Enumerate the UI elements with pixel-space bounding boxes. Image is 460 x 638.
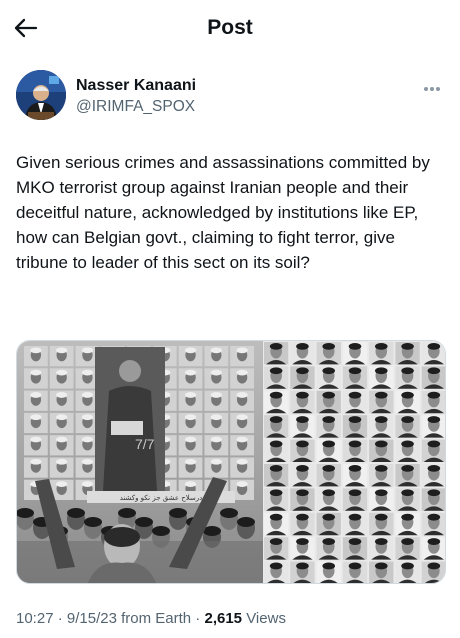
poster-caption: درسلاح عشق جز نکو وکشند	[120, 494, 203, 502]
tweet-media[interactable]: 7/7 درسلاح عشق جز نکو وکشند	[16, 340, 446, 584]
poster-handwriting: 7/7	[135, 436, 155, 452]
page-title: Post	[207, 16, 253, 39]
views-count: 2,615	[204, 610, 243, 627]
top-bar: Post	[0, 0, 460, 56]
avatar[interactable]	[16, 70, 66, 120]
tweet-metadata: 10:27 · 9/15/23 from Earth · 2,615 Views	[16, 610, 286, 627]
dot-icon	[424, 87, 428, 91]
avatar-image	[16, 70, 66, 120]
views-label[interactable]: Views	[246, 610, 286, 627]
author-display-name[interactable]: Nasser Kanaani	[76, 76, 196, 96]
author-row: Nasser Kanaani @IRIMFA_SPOX	[16, 70, 446, 122]
more-options-button[interactable]	[424, 78, 446, 91]
tweet-text: Given serious crimes and assassinations …	[16, 153, 430, 272]
dot-icon	[436, 87, 440, 91]
tweet-source: from Earth	[121, 610, 192, 627]
dot-icon	[430, 87, 434, 91]
author-handle[interactable]: @IRIMFA_SPOX	[76, 97, 196, 117]
tweet-date[interactable]: 9/15/23	[67, 610, 117, 627]
tweet-time[interactable]: 10:27	[16, 610, 54, 627]
media-photo: 7/7 درسلاح عشق جز نکو وکشند	[17, 341, 445, 583]
